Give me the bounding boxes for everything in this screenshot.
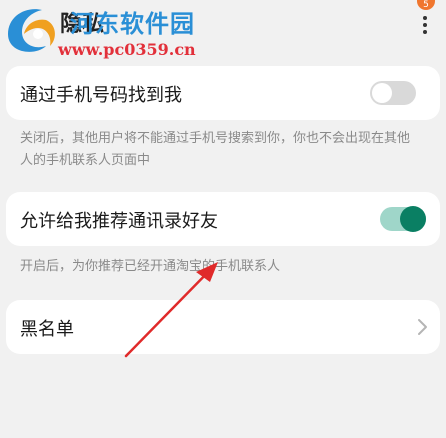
notification-badge: 5: [417, 0, 435, 10]
toggle-knob: [372, 83, 392, 103]
toggle-knob: [400, 206, 426, 232]
setting-blacklist[interactable]: 黑名单: [6, 300, 440, 354]
recommend-contacts-toggle[interactable]: [380, 206, 426, 232]
find-by-phone-toggle[interactable]: [370, 81, 416, 105]
watermark-name: 河东软件园: [70, 10, 195, 38]
setting-label: 黑名单: [20, 319, 74, 340]
setting-label: 通过手机号码找到我: [20, 85, 182, 106]
recommend-contacts-description: 开启后，为你推荐已经开通淘宝的手机联系人: [20, 259, 281, 274]
watermark-url: www.pc0359.cn: [58, 40, 196, 59]
watermark: 河东软件园 www.pc0359.cn: [0, 0, 210, 62]
setting-find-by-phone[interactable]: 通过手机号码找到我: [6, 66, 440, 120]
chevron-right-icon: [418, 319, 427, 335]
more-vertical-icon[interactable]: [420, 16, 430, 34]
setting-recommend-contacts[interactable]: 允许给我推荐通讯录好友: [6, 192, 440, 246]
setting-label: 允许给我推荐通讯录好友: [20, 211, 218, 232]
find-by-phone-description: 关闭后，其他用户将不能通过手机号搜索到你，你也不会出现在其他人的手机联系人页面中: [20, 131, 411, 168]
watermark-logo-icon: [8, 9, 55, 52]
